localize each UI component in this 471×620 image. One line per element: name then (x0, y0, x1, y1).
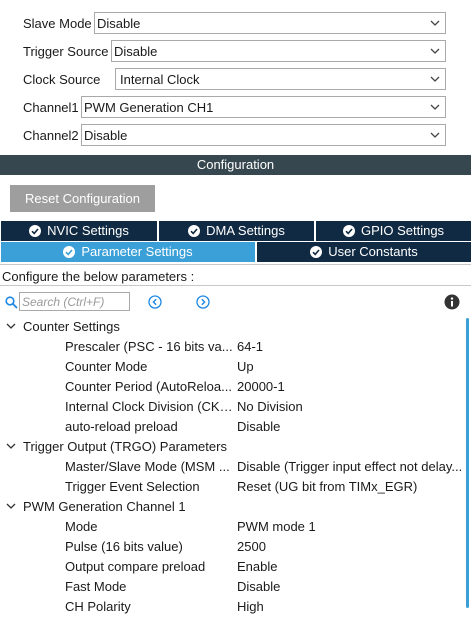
param-value: Enable (237, 559, 278, 574)
trigger-source-select[interactable]: Disable (111, 40, 446, 62)
tab-nvic-settings[interactable]: NVIC Settings (1, 221, 157, 241)
tab-user-constants[interactable]: User Constants (257, 242, 471, 262)
channel1-row: Channel1 PWM Generation CH1 (0, 96, 471, 120)
previous-result-icon[interactable] (148, 295, 162, 309)
next-result-icon[interactable] (196, 295, 210, 309)
search-input[interactable]: Search (Ctrl+F) (19, 292, 130, 311)
param-row[interactable]: Trigger Event Selection Reset (UG bit fr… (0, 476, 465, 496)
info-icon[interactable] (444, 294, 460, 310)
parameters-hint: Configure the below parameters : (0, 264, 471, 286)
param-name: Master/Slave Mode (MSM ... (65, 459, 230, 474)
trigger-source-label: Trigger Source (23, 44, 109, 59)
group-counter-settings[interactable]: Counter Settings (0, 316, 460, 336)
param-name: Pulse (16 bits value) (65, 539, 183, 554)
chevron-down-icon (430, 104, 440, 110)
check-circle-icon (29, 225, 42, 237)
channel2-select[interactable]: Disable (81, 124, 446, 146)
clock-source-row: Clock Source Internal Clock (0, 68, 471, 92)
chevron-down-icon (6, 323, 16, 329)
trigger-source-value: Disable (114, 44, 158, 59)
param-name: Mode (65, 519, 98, 534)
tab-dma-label: DMA Settings (206, 223, 285, 238)
param-value: No Division (237, 399, 303, 414)
param-row[interactable]: Prescaler (PSC - 16 bits va... 64-1 (0, 336, 465, 356)
param-name: Prescaler (PSC - 16 bits va... (65, 339, 233, 354)
chevron-down-icon (430, 20, 440, 26)
param-name: Fast Mode (65, 579, 127, 594)
channel1-select[interactable]: PWM Generation CH1 (81, 96, 446, 118)
trigger-source-row: Trigger Source Disable (0, 40, 471, 64)
param-name: Internal Clock Division (CKD) (65, 399, 233, 414)
configuration-header: Configuration (0, 155, 471, 175)
chevron-down-icon (430, 132, 440, 138)
param-value: Up (237, 359, 254, 374)
param-row[interactable]: Internal Clock Division (CKD) No Divisio… (0, 396, 465, 416)
param-value: 64-1 (237, 339, 264, 354)
chevron-down-icon (430, 76, 440, 82)
group-trigger-output[interactable]: Trigger Output (TRGO) Parameters (0, 436, 460, 456)
tab-user-constants-label: User Constants (328, 244, 418, 259)
param-value: Reset (UG bit from TIMx_EGR) (237, 479, 418, 494)
slave-mode-label: Slave Mode (23, 16, 92, 31)
tab-parameter-settings[interactable]: Parameter Settings (1, 242, 255, 262)
clock-source-select[interactable]: Internal Clock (115, 68, 446, 90)
param-name: Output compare preload (65, 559, 206, 574)
parameter-tree: Counter Settings Prescaler (PSC - 16 bit… (0, 316, 471, 620)
tab-dma-settings[interactable]: DMA Settings (159, 221, 314, 241)
check-circle-icon (342, 225, 355, 237)
param-row[interactable]: CH Polarity High (0, 596, 465, 616)
param-value: 2500 (237, 539, 266, 554)
chevron-down-icon (430, 48, 440, 54)
clock-source-value: Internal Clock (120, 72, 200, 87)
channel2-row: Channel2 Disable (0, 124, 471, 148)
chevron-down-icon (6, 443, 16, 449)
tab-parameter-label: Parameter Settings (81, 244, 193, 259)
group-label: Trigger Output (TRGO) Parameters (23, 439, 227, 454)
param-value: 20000-1 (237, 379, 285, 394)
slave-mode-value: Disable (97, 16, 141, 31)
param-row[interactable]: Mode PWM mode 1 (0, 516, 465, 536)
group-label: PWM Generation Channel 1 (23, 499, 186, 514)
clock-source-label: Clock Source (23, 72, 101, 87)
param-value: Disable (237, 579, 281, 594)
channel1-label: Channel1 (23, 100, 79, 115)
channel2-label: Channel2 (23, 128, 79, 143)
check-circle-icon (188, 225, 201, 237)
tab-gpio-label: GPIO Settings (360, 223, 445, 238)
param-name: Counter Period (AutoReloa... (65, 379, 232, 394)
param-value: Disable (237, 419, 281, 434)
channel1-value: PWM Generation CH1 (84, 100, 214, 115)
chevron-down-icon (6, 503, 16, 509)
param-value: High (237, 599, 264, 614)
slave-mode-row: Slave Mode Disable (0, 12, 471, 36)
group-label: Counter Settings (23, 319, 120, 334)
param-value: PWM mode 1 (237, 519, 316, 534)
param-name: Trigger Event Selection (65, 479, 200, 494)
search-icon[interactable] (5, 296, 18, 309)
slave-mode-select[interactable]: Disable (94, 12, 446, 34)
channel2-value: Disable (84, 128, 128, 143)
group-pwm-channel1[interactable]: PWM Generation Channel 1 (0, 496, 460, 516)
param-name: auto-reload preload (65, 419, 178, 434)
check-circle-icon (310, 246, 323, 258)
param-row[interactable]: Fast Mode Disable (0, 576, 465, 596)
param-name: CH Polarity (65, 599, 131, 614)
param-row[interactable]: Counter Mode Up (0, 356, 465, 376)
param-row[interactable]: auto-reload preload Disable (0, 416, 465, 436)
param-row[interactable]: Master/Slave Mode (MSM ... Disable (Trig… (0, 456, 465, 476)
check-circle-icon (63, 246, 76, 258)
param-row[interactable]: Output compare preload Enable (0, 556, 465, 576)
tab-gpio-settings[interactable]: GPIO Settings (316, 221, 471, 241)
param-name: Counter Mode (65, 359, 148, 374)
param-row[interactable]: Counter Period (AutoReloa... 20000-1 (0, 376, 465, 396)
scrollbar-thumb[interactable] (466, 318, 469, 608)
param-row[interactable]: Pulse (16 bits value) 2500 (0, 536, 465, 556)
tab-nvic-label: NVIC Settings (47, 223, 129, 238)
param-value: Disable (Trigger input effect not delay.… (237, 459, 463, 474)
reset-configuration-button[interactable]: Reset Configuration (10, 185, 155, 212)
